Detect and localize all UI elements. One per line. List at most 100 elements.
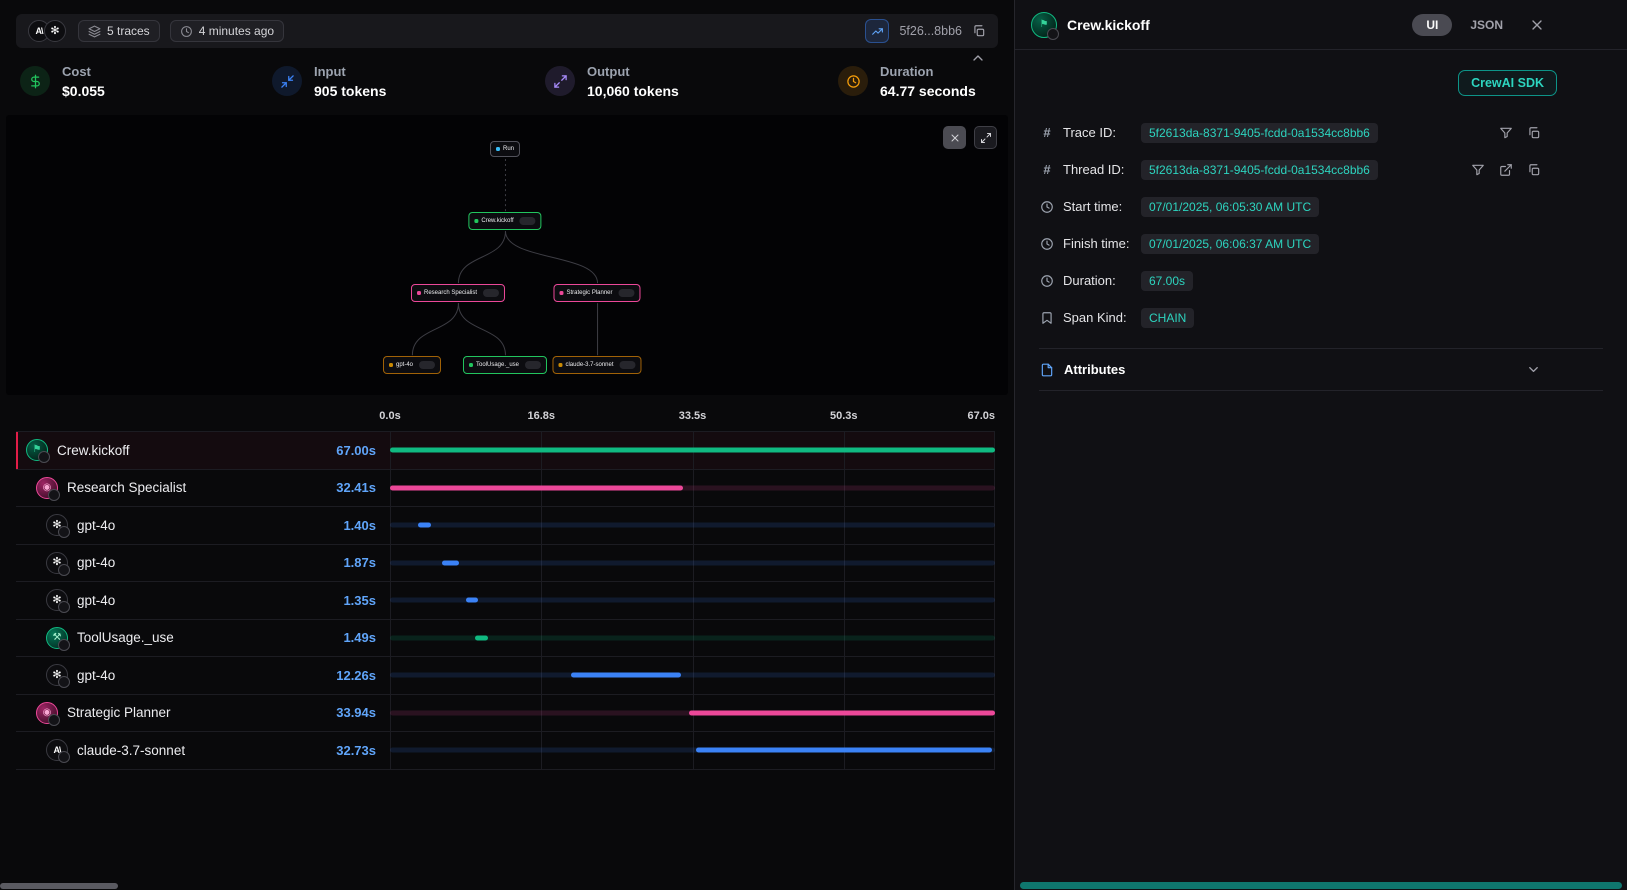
copy-trace-id-icon[interactable]: [972, 24, 986, 38]
trace-row[interactable]: A\ claude-3.7-sonnet 32.73s: [16, 732, 995, 770]
field-value[interactable]: 07/01/2025, 06:06:37 AM UTC: [1141, 234, 1319, 254]
field-label: Trace ID:: [1063, 125, 1133, 140]
detail-field: Start time: 07/01/2025, 06:05:30 AM UTC: [1039, 188, 1603, 225]
span-track: [390, 507, 995, 544]
copy-icon[interactable]: [1527, 163, 1541, 177]
span-name: Crew.kickoff: [57, 443, 130, 458]
field-label: Span Kind:: [1063, 310, 1133, 325]
stat-value: 10,060 tokens: [587, 83, 679, 99]
node-label: ToolUsage._use: [476, 362, 519, 368]
span-bar[interactable]: [689, 710, 995, 715]
node-badge: [520, 217, 536, 225]
agent-avatar-icon: ◉: [36, 477, 58, 499]
span-name: gpt-4o: [77, 593, 115, 608]
span-name: gpt-4o: [77, 555, 115, 570]
span-name: gpt-4o: [77, 518, 115, 533]
attributes-section-toggle[interactable]: Attributes: [1039, 348, 1603, 391]
field-value[interactable]: CHAIN: [1141, 308, 1194, 328]
graph-node[interactable]: ToolUsage._use: [463, 356, 547, 374]
node-badge: [419, 361, 435, 369]
trace-row[interactable]: ✻ gpt-4o 1.87s: [16, 545, 995, 583]
span-duration: 67.00s: [336, 443, 390, 458]
waterfall-timeline: 0.0s16.8s33.5s50.3s67.0s ⚑ Crew.kickoff …: [0, 407, 1014, 770]
timeline-tick: 16.8s: [527, 410, 555, 422]
openai-avatar-icon: ✻: [46, 552, 68, 574]
trace-age-chip[interactable]: 4 minutes ago: [170, 20, 284, 42]
span-bar[interactable]: [571, 673, 682, 678]
funnel-icon[interactable]: [1499, 126, 1513, 140]
span-bar[interactable]: [466, 598, 478, 603]
hash-icon: #: [1039, 162, 1055, 177]
trace-age-label: 4 minutes ago: [199, 24, 274, 38]
node-badge: [525, 361, 541, 369]
stat-label: Duration: [880, 64, 976, 79]
trace-row[interactable]: ✻ gpt-4o 12.26s: [16, 657, 995, 695]
document-icon: [1040, 363, 1054, 377]
detail-field: Finish time: 07/01/2025, 06:06:37 AM UTC: [1039, 225, 1603, 262]
field-value[interactable]: 67.00s: [1141, 271, 1193, 291]
span-name: Strategic Planner: [67, 705, 171, 720]
crew-avatar-icon: ⚑: [1031, 12, 1057, 38]
graph-node[interactable]: Run: [490, 141, 520, 157]
provider-logos: A\✻: [28, 20, 66, 42]
span-duration: 33.94s: [336, 705, 390, 720]
traces-count-chip[interactable]: 5 traces: [78, 20, 160, 42]
timeline-tick: 33.5s: [679, 410, 707, 422]
span-name: ToolUsage._use: [77, 630, 174, 645]
span-bar[interactable]: [696, 748, 992, 753]
span-bar[interactable]: [442, 560, 459, 565]
trace-row[interactable]: ✻ gpt-4o 1.40s: [16, 507, 995, 545]
stat-value: $0.055: [62, 83, 105, 99]
node-label: Crew.kickoff: [481, 218, 513, 224]
sdk-badge[interactable]: CrewAI SDK: [1458, 70, 1557, 96]
close-graph-button[interactable]: [943, 126, 966, 149]
span-bar[interactable]: [390, 448, 995, 453]
copy-icon[interactable]: [1527, 126, 1541, 140]
stats-row: Cost $0.055 Input 905 tokens Output 10,0…: [0, 48, 1014, 111]
sidebar-title: Crew.kickoff: [1067, 17, 1402, 33]
input-icon: [272, 66, 302, 96]
graph-node[interactable]: claude-3.7-sonnet: [552, 356, 641, 374]
anthropic-avatar-icon: A\: [46, 739, 68, 761]
span-bar[interactable]: [418, 523, 431, 528]
node-status-dot: [559, 291, 563, 295]
graph-node[interactable]: Strategic Planner: [553, 284, 640, 302]
field-value[interactable]: 5f2613da-8371-9405-fcdd-0a1534cc8bb6: [1141, 123, 1378, 143]
graph-node[interactable]: Crew.kickoff: [468, 212, 541, 230]
trace-row[interactable]: ⚒ ToolUsage._use 1.49s: [16, 620, 995, 658]
node-status-dot: [558, 363, 562, 367]
trace-graph-panel: Run Crew.kickoff Research Specialist Str…: [6, 115, 1008, 395]
funnel-icon[interactable]: [1471, 163, 1485, 177]
span-duration: 1.40s: [343, 518, 390, 533]
external-icon[interactable]: [1499, 163, 1513, 177]
trace-row[interactable]: ◉ Research Specialist 32.41s: [16, 470, 995, 508]
expand-graph-button[interactable]: [974, 126, 997, 149]
graph-node[interactable]: Research Specialist: [411, 284, 505, 302]
node-badge: [620, 361, 636, 369]
span-track: [390, 695, 995, 732]
trace-row[interactable]: ✻ gpt-4o 1.35s: [16, 582, 995, 620]
span-bar[interactable]: [475, 635, 488, 640]
span-duration: 1.35s: [343, 593, 390, 608]
tab-ui[interactable]: UI: [1412, 14, 1452, 36]
node-status-dot: [469, 363, 473, 367]
field-value[interactable]: 5f2613da-8371-9405-fcdd-0a1534cc8bb6: [1141, 160, 1378, 180]
stat-label: Output: [587, 64, 679, 79]
trace-row[interactable]: ⚑ Crew.kickoff 67.00s: [16, 432, 995, 470]
field-value[interactable]: 07/01/2025, 06:05:30 AM UTC: [1141, 197, 1319, 217]
sidebar-scrollbar[interactable]: [1020, 882, 1622, 889]
stat-value: 905 tokens: [314, 83, 386, 99]
collapse-stats-chevron-icon[interactable]: [970, 50, 986, 66]
span-bar[interactable]: [390, 485, 683, 490]
node-label: gpt-4o: [396, 362, 413, 368]
trend-chip[interactable]: [865, 19, 889, 43]
detail-field: # Thread ID: 5f2613da-8371-9405-fcdd-0a1…: [1039, 151, 1603, 188]
field-label: Thread ID:: [1063, 162, 1133, 177]
close-sidebar-icon[interactable]: [1529, 17, 1545, 33]
tab-json[interactable]: JSON: [1470, 18, 1503, 32]
graph-node[interactable]: gpt-4o: [383, 356, 441, 374]
span-track: [390, 545, 995, 582]
horizontal-scrollbar[interactable]: [0, 883, 118, 889]
tool-avatar-icon: ⚒: [46, 627, 68, 649]
trace-row[interactable]: ◉ Strategic Planner 33.94s: [16, 695, 995, 733]
